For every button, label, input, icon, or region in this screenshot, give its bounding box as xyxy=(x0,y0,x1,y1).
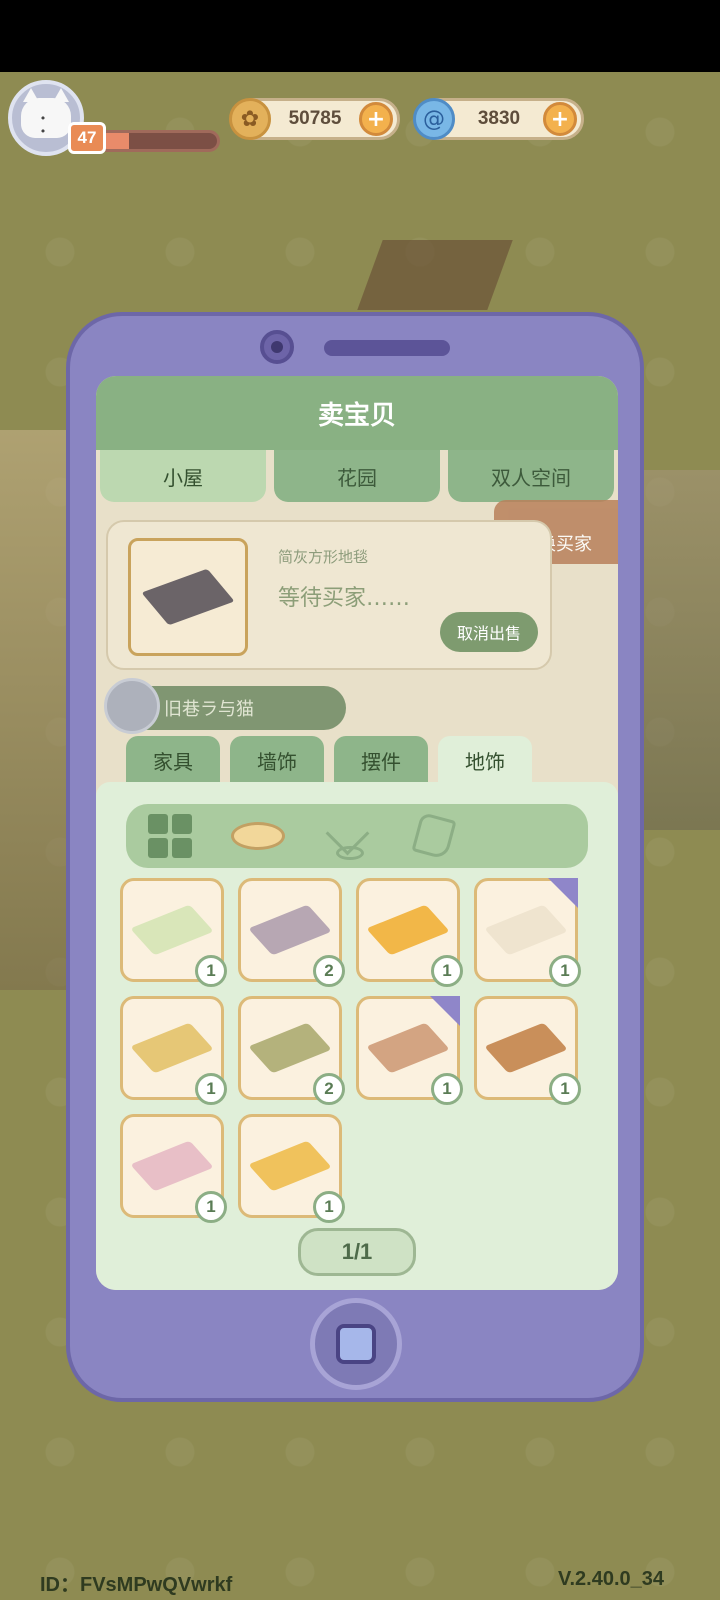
tab-ornaments[interactable]: 摆件 xyxy=(334,736,428,784)
coin-icon: ✿ xyxy=(229,98,271,140)
inventory-panel: 1 2 1 1 1 2 1 1 1 1 1/1 xyxy=(96,782,618,1290)
selling-item-thumb xyxy=(128,538,248,656)
xp-bar xyxy=(96,130,220,152)
grid-icon xyxy=(148,814,192,858)
new-tag-icon xyxy=(548,878,578,908)
item-grid: 1 2 1 1 1 2 1 1 1 1 xyxy=(120,878,600,1223)
item-count-badge: 1 xyxy=(549,1073,581,1105)
buyer-avatar xyxy=(104,678,160,734)
level-badge: 47 xyxy=(68,122,106,154)
inventory-item[interactable]: 1 xyxy=(120,1114,227,1223)
inventory-item[interactable]: 1 xyxy=(356,996,463,1105)
inventory-item[interactable]: 1 xyxy=(120,996,227,1105)
subtab-hanging[interactable] xyxy=(302,804,390,868)
item-count-badge: 2 xyxy=(313,955,345,987)
phone-speaker xyxy=(324,340,450,356)
selling-item-name: 简灰方形地毯 xyxy=(278,548,369,566)
rug-icon xyxy=(130,1022,214,1074)
gem-counter: @ 3830 + xyxy=(413,98,584,140)
gem-value: 3830 xyxy=(477,108,521,129)
rug-icon xyxy=(248,1140,332,1192)
subtab-all[interactable] xyxy=(126,804,214,868)
coin-counter: ✿ 50785 + xyxy=(229,98,400,140)
tab-furniture[interactable]: 家具 xyxy=(126,736,220,784)
inventory-item[interactable]: 2 xyxy=(238,996,345,1105)
inventory-item[interactable]: 1 xyxy=(356,878,463,987)
home-button[interactable] xyxy=(310,1298,402,1390)
rug-icon xyxy=(484,904,568,956)
new-tag-icon xyxy=(430,996,460,1026)
tab-wall-decor[interactable]: 墙饰 xyxy=(230,736,324,784)
rug-icon xyxy=(484,1022,568,1074)
inventory-item[interactable]: 1 xyxy=(474,878,581,987)
rug-icon xyxy=(130,1140,214,1192)
hanging-lamp-icon xyxy=(326,816,366,860)
item-count-badge: 1 xyxy=(195,955,227,987)
subtab-rugs[interactable] xyxy=(214,804,302,868)
item-count-badge: 1 xyxy=(195,1191,227,1223)
cancel-sale-button[interactable]: 取消出售 xyxy=(440,612,538,652)
player-id: ID：FVsMPwQVwrkf xyxy=(40,1574,233,1596)
selling-slot-card: 简灰方形地毯 等待买家…… 取消出售 xyxy=(106,520,552,670)
item-count-badge: 1 xyxy=(195,1073,227,1105)
background-roof xyxy=(357,240,513,310)
phone-frame: 卖宝贝 小屋 花园 双人空间 呼唤买家 简灰方形地毯 等待买家…… 取消出售 旧… xyxy=(66,312,644,1402)
subcategory-tabs xyxy=(126,804,588,868)
selling-item-status: 等待买家…… xyxy=(278,586,411,611)
inventory-item[interactable]: 2 xyxy=(238,878,345,987)
add-gems-button[interactable]: + xyxy=(543,102,577,136)
tab-garden[interactable]: 花园 xyxy=(274,450,440,502)
tab-cabin[interactable]: 小屋 xyxy=(100,450,266,502)
game-version: V.2.40.0_34 xyxy=(557,1568,664,1590)
buyer-name: 旧巷ラ与猫 xyxy=(164,699,254,720)
oval-rug-icon xyxy=(231,822,285,850)
sell-title: 卖宝贝 xyxy=(96,376,618,450)
item-count-badge: 2 xyxy=(313,1073,345,1105)
subtab-stones[interactable] xyxy=(390,804,478,868)
add-coins-button[interactable]: + xyxy=(359,102,393,136)
item-count-badge: 1 xyxy=(313,1191,345,1223)
background-house-left xyxy=(0,430,70,990)
item-count-badge: 1 xyxy=(549,955,581,987)
tab-shared-space[interactable]: 双人空间 xyxy=(448,450,614,502)
category-tabs: 家具 墙饰 摆件 地饰 xyxy=(126,736,532,784)
rug-icon xyxy=(366,904,450,956)
item-count-badge: 1 xyxy=(431,955,463,987)
tab-floor-decor[interactable]: 地饰 xyxy=(438,736,532,784)
rug-icon xyxy=(130,904,214,956)
cat-avatar-icon: • • xyxy=(21,88,71,138)
phone-camera-icon xyxy=(260,330,294,364)
rug-icon xyxy=(141,568,235,626)
item-count-badge: 1 xyxy=(431,1073,463,1105)
rug-icon xyxy=(248,1022,332,1074)
phone-screen: 卖宝贝 小屋 花园 双人空间 呼唤买家 简灰方形地毯 等待买家…… 取消出售 旧… xyxy=(96,376,618,1290)
rug-icon xyxy=(366,1022,450,1074)
buyer-row: 旧巷ラ与猫 xyxy=(104,678,346,734)
location-tabs: 小屋 花园 双人空间 xyxy=(96,450,618,502)
swirl-gem-icon: @ xyxy=(413,98,455,140)
page-indicator: 1/1 xyxy=(298,1228,416,1276)
coin-value: 50785 xyxy=(288,108,342,129)
inventory-item[interactable]: 1 xyxy=(238,1114,345,1223)
status-bar xyxy=(0,0,720,72)
inventory-item[interactable]: 1 xyxy=(474,996,581,1105)
rug-icon xyxy=(248,904,332,956)
inventory-item[interactable]: 1 xyxy=(120,878,227,987)
stone-icon xyxy=(411,812,457,860)
home-square-icon xyxy=(336,1324,376,1364)
